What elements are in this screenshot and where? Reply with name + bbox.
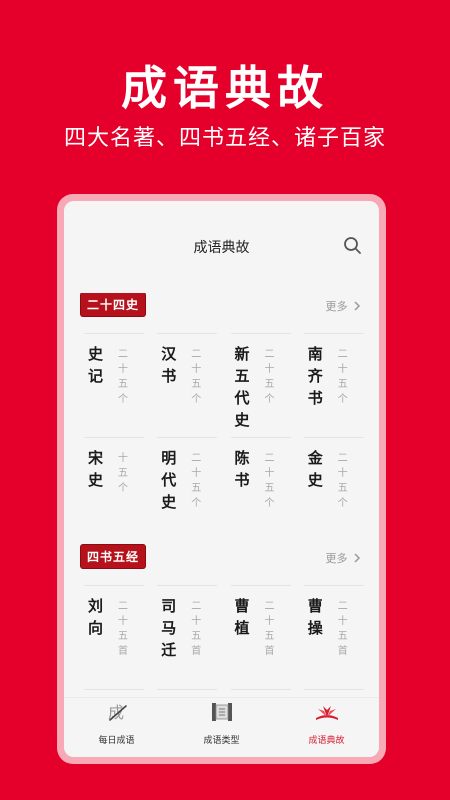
book-grid: 史记 二十五个 汉书 二十五个 新五代史 二十五个 南齐书 二十五个 宋史 十五个 明代史… bbox=[64, 323, 379, 541]
book-card[interactable]: 新五代史 二十五个 bbox=[223, 333, 296, 437]
chevron-right-icon bbox=[354, 553, 361, 563]
app-screen: 成语典故 二十四史 更多 史记 二十五个 汉书 二十五个 新五代史 二十五个 南… bbox=[64, 201, 379, 757]
author-card[interactable]: 宋二 bbox=[223, 689, 296, 697]
book-card[interactable]: 金史 二十五个 bbox=[296, 437, 369, 541]
book-name: 明代史 bbox=[161, 449, 177, 511]
section-header: 四书五经 更多 bbox=[81, 545, 379, 575]
nav-label: 成语类型 bbox=[203, 736, 240, 746]
section-classics: 四书五经 更多 刘向 二十五首 司马迁 二十五首 曹植 二十五首 曹操 二十五首 庄二 … bbox=[64, 545, 379, 697]
book-name: 宋史 bbox=[88, 449, 104, 489]
author-count: 二十五首 bbox=[191, 601, 202, 657]
book-card[interactable]: 明代史 二十五个 bbox=[149, 437, 222, 541]
more-link[interactable]: 更多 bbox=[326, 550, 362, 566]
section-header: 二十四史 更多 bbox=[81, 293, 379, 323]
author-name: 司马迁 bbox=[161, 597, 177, 659]
author-card[interactable]: 孙二 bbox=[149, 689, 222, 697]
book-count: 二十五个 bbox=[337, 349, 348, 405]
book-card[interactable]: 南齐书 二十五个 bbox=[296, 333, 369, 437]
chevron-right-icon bbox=[354, 301, 361, 311]
author-card[interactable]: 曹二 bbox=[296, 689, 369, 697]
book-card[interactable]: 汉书 二十五个 bbox=[149, 333, 222, 437]
author-card[interactable]: 刘向 二十五首 bbox=[76, 585, 149, 689]
more-link[interactable]: 更多 bbox=[326, 298, 362, 314]
author-name: 曹操 bbox=[307, 597, 323, 637]
nav-idiom-type[interactable]: 成语类型 bbox=[177, 700, 267, 747]
phone-frame: 成语典故 二十四史 更多 史记 二十五个 汉书 二十五个 新五代史 二十五个 南… bbox=[57, 194, 386, 764]
author-count: 二十五首 bbox=[118, 601, 128, 657]
author-card[interactable]: 曹操 二十五首 bbox=[296, 585, 369, 689]
author-name: 刘向 bbox=[88, 597, 104, 637]
section-history: 二十四史 更多 史记 二十五个 汉书 二十五个 新五代史 二十五个 南齐书 二十五个 宋… bbox=[64, 293, 379, 541]
book-name: 汉书 bbox=[161, 345, 177, 385]
author-name: 曹植 bbox=[234, 597, 250, 637]
more-label: 更多 bbox=[325, 552, 348, 565]
search-icon bbox=[344, 237, 361, 254]
daily-idiom-icon: 成 bbox=[108, 703, 127, 722]
top-bar: 成语典故 bbox=[64, 201, 379, 291]
idiom-type-icon bbox=[211, 703, 232, 721]
idiom-story-icon bbox=[315, 706, 338, 720]
search-button[interactable] bbox=[341, 234, 365, 258]
book-card[interactable]: 史记 二十五个 bbox=[76, 333, 149, 437]
book-name: 史记 bbox=[88, 345, 104, 385]
book-count: 十五个 bbox=[118, 453, 128, 494]
book-name: 金史 bbox=[307, 449, 323, 489]
book-count: 二十五个 bbox=[191, 349, 202, 405]
bottom-nav: 成 每日成语 成语类型 成语典故 bbox=[64, 697, 379, 757]
nav-daily-idiom[interactable]: 成 每日成语 bbox=[72, 700, 162, 747]
book-name: 南齐书 bbox=[307, 345, 323, 407]
book-name: 新五代史 bbox=[234, 345, 250, 429]
book-count: 二十五个 bbox=[191, 453, 202, 509]
book-card[interactable]: 陈书 二十五个 bbox=[223, 437, 296, 541]
section-tag: 四书五经 bbox=[81, 545, 146, 568]
book-count: 二十五个 bbox=[118, 349, 128, 405]
author-card[interactable]: 司马迁 二十五首 bbox=[149, 585, 222, 689]
author-count: 二十五首 bbox=[337, 601, 348, 657]
section-tag: 二十四史 bbox=[81, 293, 146, 316]
author-grid: 刘向 二十五首 司马迁 二十五首 曹植 二十五首 曹操 二十五首 庄二 孙二 宋二 曹二 bbox=[64, 575, 379, 697]
more-label: 更多 bbox=[325, 300, 348, 313]
nav-label: 每日成语 bbox=[98, 736, 135, 746]
nav-label: 成语典故 bbox=[308, 736, 345, 746]
book-count: 二十五个 bbox=[337, 453, 348, 509]
author-card[interactable]: 曹植 二十五首 bbox=[223, 585, 296, 689]
content-area[interactable]: 二十四史 更多 史记 二十五个 汉书 二十五个 新五代史 二十五个 南齐书 二十五个 宋… bbox=[64, 293, 379, 697]
author-count: 二十五首 bbox=[264, 601, 275, 657]
author-card[interactable]: 庄二 bbox=[76, 689, 149, 697]
book-count: 二十五个 bbox=[264, 349, 275, 405]
nav-idiom-story[interactable]: 成语典故 bbox=[282, 700, 372, 747]
promo-title: 成语典故 bbox=[121, 61, 329, 115]
page-title: 成语典故 bbox=[193, 240, 250, 256]
book-card[interactable]: 宋史 十五个 bbox=[76, 437, 149, 541]
book-name: 陈书 bbox=[234, 449, 250, 489]
book-count: 二十五个 bbox=[264, 453, 275, 509]
promo-subtitle: 四大名著、四书五经、诸子百家 bbox=[63, 126, 386, 151]
